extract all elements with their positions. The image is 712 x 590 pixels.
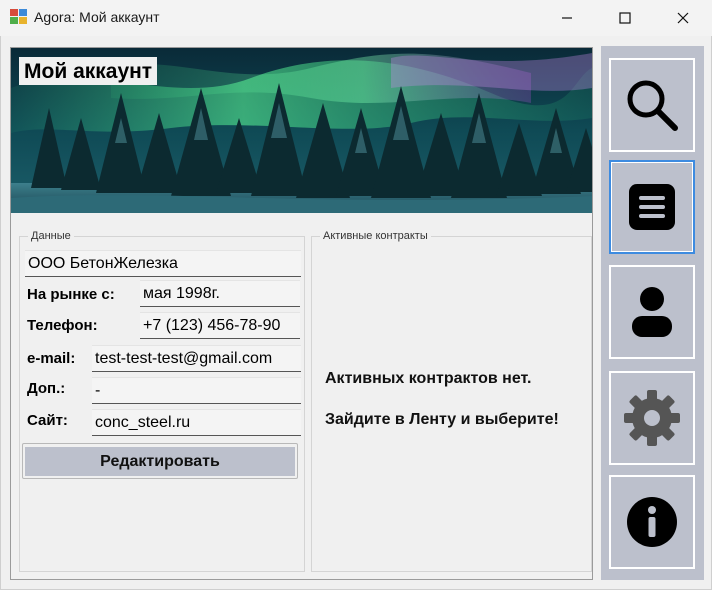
account-icon: [632, 287, 672, 337]
account-panel: Мой аккаунт Данные ООО БетонЖелезка На р…: [10, 47, 593, 580]
side-navigation: [601, 46, 704, 580]
window-title: Agora: Мой аккаунт: [34, 9, 160, 25]
banner-image: Мой аккаунт: [11, 48, 592, 213]
close-button[interactable]: [654, 0, 712, 36]
settings-icon: [624, 390, 680, 446]
nav-settings-button[interactable]: [609, 371, 695, 465]
feed-hint-message: Зайдите в Ленту и выберите!: [325, 411, 559, 428]
email-field[interactable]: test-test-test@gmail.com: [92, 345, 301, 372]
window-client-area: Мой аккаунт Данные ООО БетонЖелезка На р…: [0, 36, 712, 590]
active-contracts-label: Активные контракты: [320, 229, 431, 243]
minimize-button[interactable]: [538, 0, 596, 36]
nav-account-button[interactable]: [609, 265, 695, 359]
active-contracts-group: Активные контракты: [311, 229, 592, 572]
app-icon: [10, 9, 27, 24]
extra-label: Доп.:: [27, 380, 66, 397]
market-since-field[interactable]: мая 1998г.: [140, 280, 300, 307]
nav-feed-button[interactable]: [609, 160, 695, 254]
search-icon: [627, 80, 678, 131]
minimize-icon: [562, 17, 572, 19]
no-contracts-message: Активных контрактов нет.: [325, 370, 532, 387]
site-label: Сайт:: [27, 412, 68, 429]
phone-label: Телефон:: [27, 317, 98, 334]
maximize-button[interactable]: [596, 0, 654, 36]
page-title: Мой аккаунт: [19, 57, 158, 85]
nav-info-button[interactable]: [609, 475, 695, 569]
site-field[interactable]: conc_steel.ru: [92, 409, 301, 436]
info-icon: [627, 497, 677, 547]
company-name-field[interactable]: ООО БетонЖелезка: [25, 250, 301, 277]
phone-field[interactable]: +7 (123) 456-78-90: [140, 312, 300, 339]
maximize-icon: [619, 12, 631, 24]
market-since-label: На рынке с:: [27, 286, 115, 303]
title-bar: Agora: Мой аккаунт: [0, 0, 712, 36]
feed-icon: [629, 184, 675, 230]
email-label: e-mail:: [27, 350, 76, 367]
nav-search-button[interactable]: [609, 58, 695, 152]
close-icon: [677, 12, 689, 24]
edit-button-label: Редактировать: [25, 447, 295, 476]
extra-field[interactable]: -: [92, 377, 301, 404]
data-group-label: Данные: [28, 229, 74, 243]
edit-button[interactable]: Редактировать: [22, 443, 298, 479]
